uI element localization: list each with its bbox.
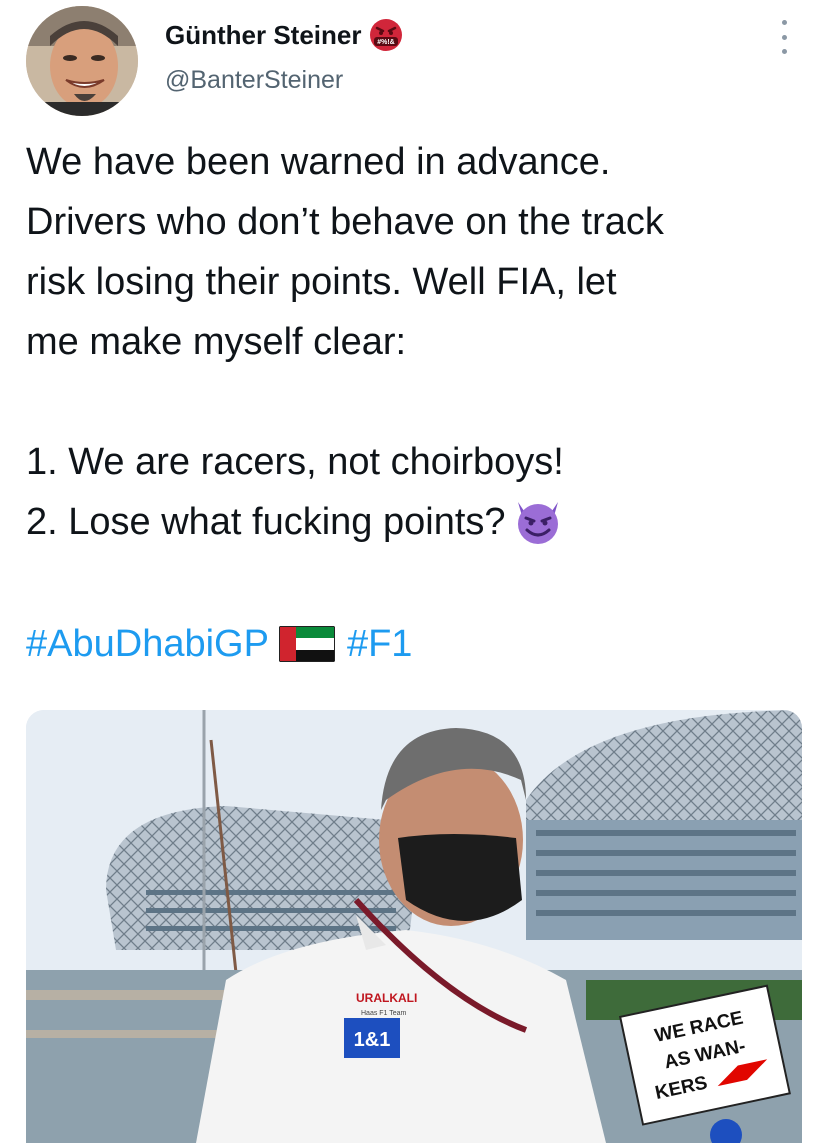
tweet-media-image[interactable]: URALKALI Haas F1 Team 1&1 WE RACE AS WAN… xyxy=(26,710,802,1143)
sponsor-small-text: Haas F1 Team xyxy=(361,1010,407,1017)
sponsor-text: URALKALI xyxy=(356,991,417,1005)
smiling-devil-icon xyxy=(517,502,558,544)
sponsor-box-text: 1&1 xyxy=(354,1029,391,1051)
author-avatar[interactable] xyxy=(26,6,138,116)
tweet-line: 2. Lose what fucking points? xyxy=(26,492,816,552)
tweet-line: me make myself clear: xyxy=(26,321,407,363)
tweet-line: Drivers who don’t behave on the track xyxy=(26,201,664,243)
tweet-line: 1. We are racers, not choirboys! xyxy=(26,441,564,483)
tweet-line: risk losing their points. Well FIA, let xyxy=(26,261,617,303)
angry-emoji-symbols: #%!& xyxy=(378,39,396,46)
hashtag-f1[interactable]: #F1 xyxy=(347,614,412,674)
author-handle[interactable]: @BanterSteiner xyxy=(165,66,343,95)
hashtag-abudhabigp[interactable]: #AbuDhabiGP xyxy=(26,614,269,674)
hotel-right-facade xyxy=(526,820,802,940)
media-illustration: URALKALI Haas F1 Team 1&1 WE RACE AS WAN… xyxy=(26,710,802,1143)
angry-face-with-symbols-icon: #%!& xyxy=(370,19,403,51)
tweet-line: We have been warned in advance. xyxy=(26,141,611,183)
more-vertical-icon[interactable] xyxy=(774,18,794,56)
author-name-row[interactable]: Günther Steiner #%!& xyxy=(165,18,403,52)
author-display-name[interactable]: Günther Steiner xyxy=(165,20,361,51)
hashtag-row: #AbuDhabiGP #F1 xyxy=(26,614,412,674)
tweet-text: We have been warned in advance. Drivers … xyxy=(26,132,816,552)
tweet-line-text: 2. Lose what fucking points? xyxy=(26,501,506,543)
uae-flag-icon xyxy=(278,626,335,662)
avatar-image xyxy=(26,6,138,116)
